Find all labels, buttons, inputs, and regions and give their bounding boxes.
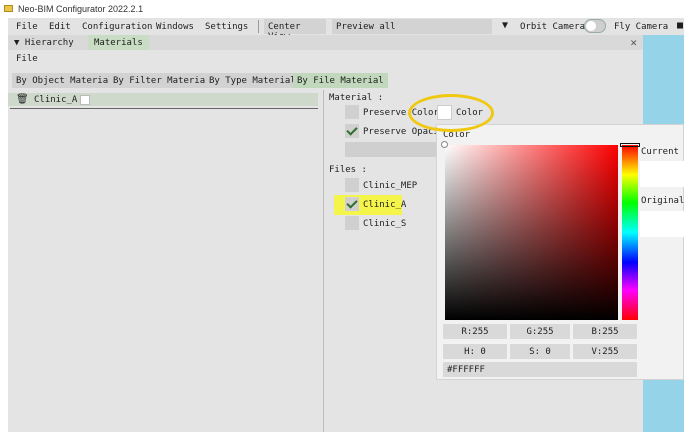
dropdown-arrow-icon[interactable]: ▼ [502, 20, 508, 31]
menu-file[interactable]: File [16, 22, 38, 32]
material-list: 🗑 Clinic_A [8, 90, 323, 432]
list-item[interactable]: 🗑 Clinic_A [8, 93, 318, 109]
center-view-button[interactable]: Center View [264, 19, 326, 42]
saturation-value-area[interactable] [445, 145, 618, 320]
tab-hierarchy-label: Hierarchy [24, 38, 74, 48]
row-underline [10, 108, 318, 109]
green-field[interactable]: G:255 [510, 324, 570, 339]
tab-by-type-material[interactable]: By Type Material [205, 73, 300, 88]
original-color-preview[interactable] [640, 211, 684, 237]
filter-icon: ▼ [14, 38, 20, 48]
blue-field[interactable]: B:255 [573, 324, 637, 339]
saturation-field[interactable]: S: 0 [510, 344, 570, 359]
files-header: Files : [329, 165, 367, 175]
menu-edit[interactable]: Edit [49, 22, 71, 32]
toggle-knob [586, 21, 596, 31]
original-color-label: Original [641, 196, 684, 206]
menu-settings[interactable]: Settings [205, 22, 248, 32]
hex-field[interactable]: #FFFFFF [443, 362, 637, 377]
fly-camera-label: Fly Camera [614, 22, 669, 32]
file-checkbox-clinic-s[interactable] [345, 216, 359, 230]
file-name: Clinic_MEP [363, 181, 418, 191]
app-logo-icon [4, 5, 13, 12]
hue-field[interactable]: H: 0 [443, 344, 507, 359]
hue-slider[interactable] [622, 145, 638, 320]
tab-materials[interactable]: Materials [88, 35, 149, 50]
preserve-color-checkbox[interactable] [345, 105, 359, 119]
menu-windows[interactable]: Windows [156, 22, 194, 32]
preserve-opacity-checkbox[interactable] [345, 124, 359, 138]
tab-hierarchy[interactable]: ▼ Hierarchy [8, 35, 80, 50]
camera-icon: ■ [677, 20, 684, 31]
material-color-swatch[interactable] [80, 95, 90, 105]
file-menu-label[interactable]: File [16, 54, 38, 64]
preview-all-button[interactable]: Preview all [332, 19, 492, 34]
pane-divider[interactable] [323, 90, 324, 432]
highlight-circle [408, 94, 494, 132]
hue-cursor[interactable] [620, 143, 640, 147]
close-icon[interactable]: ✕ [630, 36, 637, 49]
panel-tab-row: ▼ Hierarchy Materials ✕ [8, 35, 643, 50]
file-checkbox-clinic-a[interactable] [345, 197, 359, 211]
current-color-preview [640, 161, 684, 187]
red-field[interactable]: R:255 [443, 324, 507, 339]
file-checkbox-clinic-mep[interactable] [345, 178, 359, 192]
trash-icon[interactable]: 🗑 [16, 94, 29, 105]
material-header: Material : [329, 93, 384, 103]
value-field[interactable]: V:255 [573, 344, 637, 359]
tab-by-file-material[interactable]: By File Material [293, 73, 388, 88]
file-name: Clinic_S [363, 219, 407, 229]
tab-by-object-material[interactable]: By Object Material [12, 73, 118, 88]
window-title-bar: Neo-BIM Configurator 2022.2.1 [0, 0, 684, 18]
current-color-label: Current [641, 147, 679, 157]
material-name: Clinic_A [34, 95, 78, 105]
color-picker-popup: Color Current Original R:255 G:255 B:255… [436, 124, 684, 380]
file-name: Clinic_A [363, 200, 407, 210]
opacity-slider[interactable] [345, 142, 445, 157]
camera-toggle[interactable] [584, 19, 606, 33]
menu-configuration[interactable]: Configuration [82, 22, 152, 32]
menu-bar: File Edit Configuration Windows Settings… [8, 18, 684, 42]
sv-cursor[interactable] [441, 141, 448, 148]
window-title: Neo-BIM Configurator 2022.2.1 [18, 4, 144, 14]
tab-by-filter-material[interactable]: By Filter Material [109, 73, 215, 88]
camera-dropdown[interactable]: Orbit Camera [520, 22, 585, 32]
menu-separator [258, 20, 259, 33]
